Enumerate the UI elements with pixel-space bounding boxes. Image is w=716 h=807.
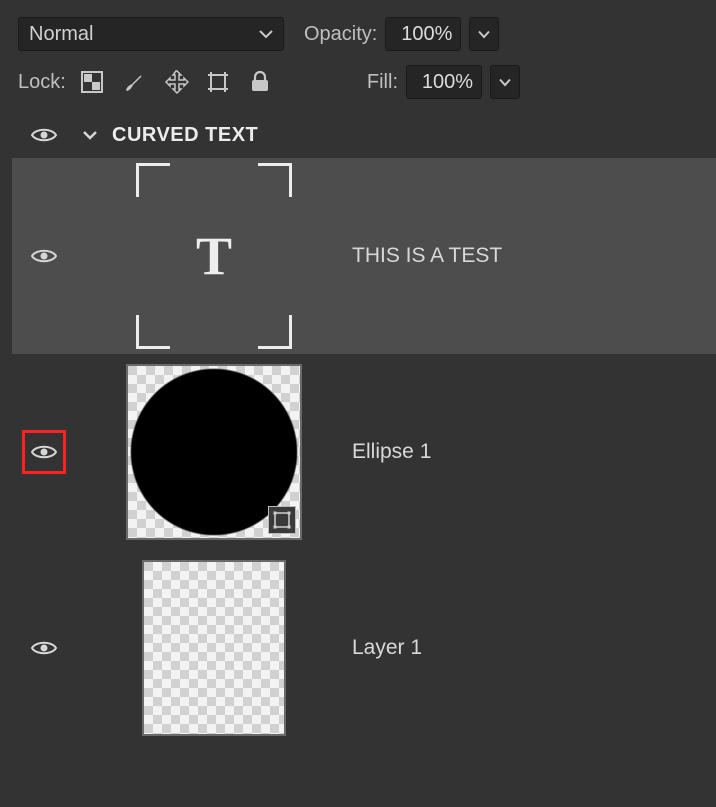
layer-row-shape[interactable]: Ellipse 1 <box>12 354 716 550</box>
text-layer-thumbnail: T <box>136 163 292 349</box>
lock-image-pixels-button[interactable] <box>120 68 148 96</box>
lock-fill-row: Lock: <box>0 58 716 106</box>
opacity-value-input[interactable]: 100% <box>385 17 461 51</box>
blend-mode-dropdown[interactable]: Normal <box>18 17 284 51</box>
opacity-label: Opacity: <box>304 23 377 46</box>
type-icon: T <box>196 225 232 287</box>
chevron-down-icon <box>478 30 490 39</box>
layer-name: Layer 1 <box>352 636 422 659</box>
group-name: CURVED TEXT <box>112 124 258 147</box>
fill-dropdown-button[interactable] <box>490 65 520 99</box>
blend-opacity-row: Normal Opacity: 100% <box>0 10 716 58</box>
eye-icon[interactable] <box>31 639 57 657</box>
eye-icon[interactable] <box>31 126 57 144</box>
lock-transparent-pixels-button[interactable] <box>78 68 106 96</box>
fill-label: Fill: <box>367 71 398 94</box>
opacity-dropdown-button[interactable] <box>469 17 499 51</box>
move-icon <box>163 69 189 95</box>
fill-value-input[interactable]: 100% <box>406 65 482 99</box>
layers-list: T THIS IS A TEST <box>0 158 716 746</box>
blend-mode-value: Normal <box>29 23 93 46</box>
frame-icon <box>205 69 231 95</box>
shape-layer-thumbnail <box>126 364 302 540</box>
chevron-down-icon <box>259 29 273 39</box>
lock-artboard-button[interactable] <box>204 68 232 96</box>
chevron-down-icon[interactable] <box>82 129 98 141</box>
opacity-value: 100% <box>401 23 452 46</box>
chevron-down-icon <box>499 78 511 87</box>
eye-icon[interactable] <box>31 247 57 265</box>
brush-icon <box>122 70 146 94</box>
layers-panel: Normal Opacity: 100% Lock: <box>0 0 716 807</box>
checker-icon <box>81 71 103 93</box>
path-icon <box>273 511 291 529</box>
layer-name: Ellipse 1 <box>352 440 431 463</box>
eye-icon[interactable] <box>31 443 57 461</box>
layer-name: THIS IS A TEST <box>352 244 502 267</box>
lock-all-button[interactable] <box>246 68 274 96</box>
lock-position-button[interactable] <box>162 68 190 96</box>
fill-value: 100% <box>422 71 473 94</box>
lock-icon <box>249 70 271 94</box>
lock-label: Lock: <box>18 71 66 94</box>
layer-row-text[interactable]: T THIS IS A TEST <box>12 158 716 354</box>
layer-row-pixel[interactable]: Layer 1 <box>12 550 716 746</box>
vector-mask-badge <box>268 506 296 534</box>
pixel-layer-thumbnail <box>142 560 286 736</box>
layer-group-header[interactable]: CURVED TEXT <box>0 112 716 158</box>
